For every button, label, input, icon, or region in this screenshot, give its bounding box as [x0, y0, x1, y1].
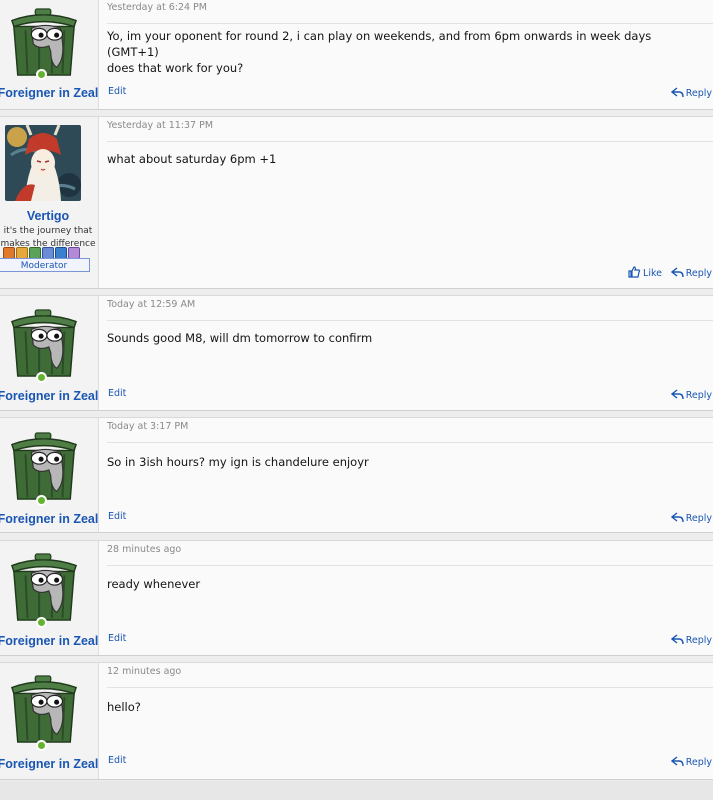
reply-arrow-icon: [670, 389, 684, 400]
trash-can-creature-icon[interactable]: [6, 7, 82, 77]
user-column: Foreigner in Zeal: [0, 296, 99, 410]
user-column: Foreigner in Zeal: [0, 0, 99, 109]
post-2: Vertigo it's the journey that makes the …: [0, 116, 713, 289]
edit-link[interactable]: Edit: [108, 633, 126, 644]
post-body-line: hello?: [107, 700, 141, 714]
timestamp[interactable]: 28 minutes ago: [107, 541, 713, 566]
trash-can-creature-icon[interactable]: [6, 431, 82, 501]
page-footer-strip: [0, 781, 713, 800]
online-indicator-icon: [36, 617, 47, 628]
reply-arrow-icon: [670, 634, 684, 645]
reply-label: Reply: [685, 757, 712, 768]
post-body: Sounds good M8, will dm tomorrow to conf…: [107, 330, 693, 346]
online-indicator-icon: [36, 740, 47, 751]
post-body: what about saturday 6pm +1: [107, 151, 693, 167]
reply-button[interactable]: Reply: [670, 388, 712, 401]
timestamp[interactable]: Today at 12:59 AM: [107, 296, 713, 321]
edit-link[interactable]: Edit: [108, 86, 126, 97]
post-body: hello?: [107, 699, 693, 715]
post-body-line: does that work for you?: [107, 61, 244, 75]
post-6: Foreigner in Zeal 12 minutes ago hello? …: [0, 662, 713, 780]
online-indicator-icon: [36, 69, 47, 80]
reply-arrow-icon: [670, 756, 684, 767]
post-3: Foreigner in Zeal Today at 12:59 AM Soun…: [0, 295, 713, 411]
username-link[interactable]: Vertigo: [0, 209, 100, 223]
reply-label: Reply: [685, 513, 712, 524]
post-4: Foreigner in Zeal Today at 3:17 PM So in…: [0, 417, 713, 533]
edit-link[interactable]: Edit: [108, 511, 126, 522]
reply-arrow-icon: [670, 87, 684, 98]
reply-button[interactable]: Reply: [670, 86, 712, 99]
reply-label: Reply: [685, 635, 712, 646]
trophy-badges: [3, 244, 81, 259]
post-body: ready whenever: [107, 576, 693, 592]
timestamp[interactable]: Today at 3:17 PM: [107, 418, 713, 443]
post-body: So in 3ish hours? my ign is chandelure e…: [107, 454, 693, 470]
reply-button[interactable]: Reply: [670, 633, 712, 646]
post-body-line: Yo, im your oponent for round 2, i can p…: [107, 29, 652, 59]
post-body-line: ready whenever: [107, 577, 201, 591]
edit-link[interactable]: Edit: [108, 755, 126, 766]
user-column: Foreigner in Zeal: [0, 418, 99, 532]
reply-label: Reply: [685, 88, 712, 99]
edit-link[interactable]: Edit: [108, 388, 126, 399]
timestamp[interactable]: Yesterday at 6:24 PM: [107, 0, 713, 24]
post-1: Foreigner in Zeal Yesterday at 6:24 PM Y…: [0, 0, 713, 110]
user-title-line: it's the journey that: [3, 226, 93, 236]
reply-arrow-icon: [670, 512, 684, 523]
trash-can-creature-icon[interactable]: [6, 552, 82, 622]
post-body: Yo, im your oponent for round 2, i can p…: [107, 28, 693, 76]
username-link[interactable]: Foreigner in Zeal: [0, 634, 100, 648]
reply-button[interactable]: Reply: [670, 755, 712, 768]
post-body-line: what about saturday 6pm +1: [107, 152, 277, 166]
user-column: Foreigner in Zeal: [0, 541, 99, 655]
username-link[interactable]: Foreigner in Zeal: [0, 512, 100, 526]
post-5: Foreigner in Zeal 28 minutes ago ready w…: [0, 540, 713, 656]
reply-button[interactable]: Reply: [670, 511, 712, 524]
like-label: Like: [643, 268, 662, 279]
online-indicator-icon: [36, 495, 47, 506]
moderator-badge[interactable]: Moderator: [0, 258, 90, 272]
vertigo-avatar[interactable]: [5, 125, 81, 201]
user-column: Foreigner in Zeal: [0, 663, 99, 779]
reply-button[interactable]: Reply: [670, 266, 712, 279]
trash-can-creature-icon[interactable]: [6, 674, 82, 744]
trash-can-creature-icon[interactable]: [6, 308, 82, 378]
timestamp[interactable]: 12 minutes ago: [107, 663, 713, 688]
user-column: Vertigo it's the journey that makes the …: [0, 117, 99, 288]
username-link[interactable]: Foreigner in Zeal: [0, 389, 100, 403]
username-link[interactable]: Foreigner in Zeal: [0, 757, 100, 771]
like-button[interactable]: Like: [628, 266, 662, 279]
post-body-line: So in 3ish hours? my ign is chandelure e…: [107, 455, 369, 469]
online-indicator-icon: [36, 372, 47, 383]
post-body-line: Sounds good M8, will dm tomorrow to conf…: [107, 331, 373, 345]
timestamp[interactable]: Yesterday at 11:37 PM: [107, 117, 713, 142]
thumbs-up-icon: [628, 266, 641, 278]
reply-label: Reply: [685, 268, 712, 279]
username-link[interactable]: Foreigner in Zeal: [0, 86, 100, 100]
reply-label: Reply: [685, 390, 712, 401]
reply-arrow-icon: [670, 267, 684, 278]
